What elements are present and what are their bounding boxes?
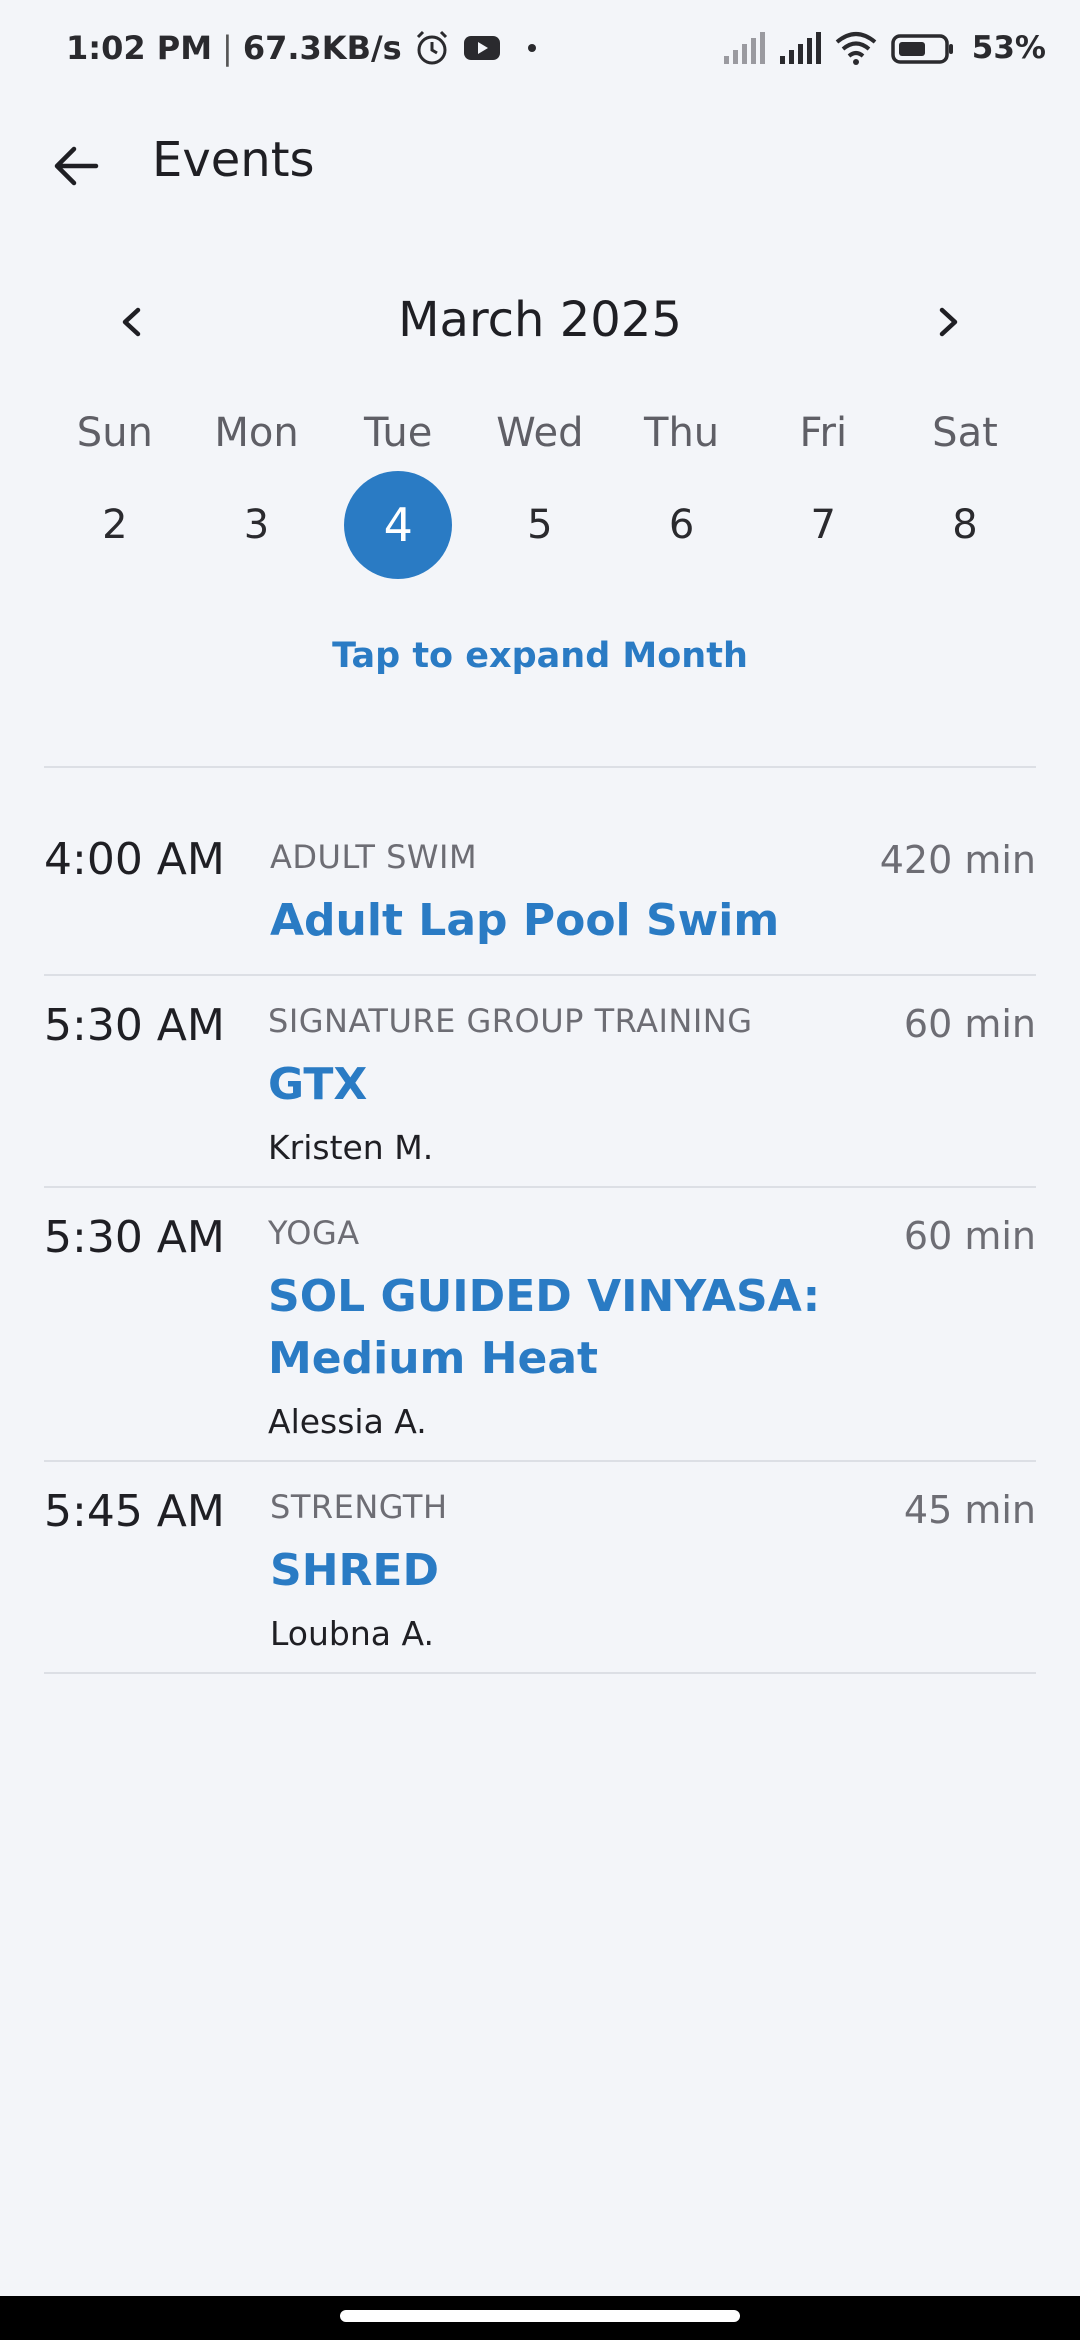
day-cell[interactable]: 2 — [44, 470, 186, 580]
event-duration: 60 min — [903, 1214, 1036, 1258]
signal-icon — [722, 28, 765, 68]
arrow-left-icon — [54, 146, 99, 186]
system-nav-bar — [0, 2296, 1080, 2340]
event-name[interactable]: SHRED — [270, 1540, 439, 1602]
status-right: 53% — [722, 28, 1046, 68]
status-bar: 1:02 PM | 67.3KB/s 53% — [0, 0, 1080, 100]
day-cell-selected[interactable]: 4 — [327, 470, 469, 580]
event-duration: 45 min — [903, 1488, 1036, 1532]
next-week-button[interactable] — [916, 290, 980, 354]
signal-icon — [778, 28, 821, 68]
day-cell[interactable]: 6 — [611, 470, 753, 580]
event-category: YOGA — [268, 1214, 360, 1252]
event-row[interactable]: 5:45 AM STRENGTH 45 min SHRED Loubna A. — [44, 1462, 1036, 1674]
event-name[interactable]: SOL GUIDED VINYASA: Medium Heat — [268, 1266, 828, 1390]
weekday-label: Sat — [932, 410, 998, 456]
weekday-label: Sun — [76, 410, 153, 456]
status-time: 1:02 PM — [66, 29, 213, 67]
event-time: 5:45 AM — [44, 1486, 225, 1537]
event-row[interactable]: 4:00 AM ADULT SWIM 420 min Adult Lap Poo… — [44, 770, 1036, 976]
status-left: 1:02 PM | 67.3KB/s — [66, 28, 552, 68]
calendar-header: March 2025 — [0, 280, 1080, 370]
day-cell[interactable]: 7 — [752, 470, 894, 580]
event-name[interactable]: Adult Lap Pool Swim — [270, 890, 779, 952]
alarm-icon — [412, 28, 452, 68]
event-duration: 60 min — [903, 1002, 1036, 1046]
weekday-label: Tue — [364, 410, 433, 456]
events-screen: 1:02 PM | 67.3KB/s 53% Events March 2025… — [0, 0, 1080, 2340]
back-button[interactable] — [40, 130, 112, 202]
event-category: STRENGTH — [270, 1488, 448, 1526]
weekday-label: Mon — [214, 410, 299, 456]
event-instructor: Loubna A. — [270, 1614, 434, 1653]
expand-month-link[interactable]: Tap to expand Month — [0, 636, 1080, 676]
event-duration: 420 min — [879, 838, 1036, 882]
day-cell[interactable]: 3 — [186, 470, 328, 580]
weekday-label: Wed — [496, 410, 584, 456]
chevron-right-icon — [939, 307, 958, 337]
weekday-label: Fri — [799, 410, 848, 456]
event-instructor: Kristen M. — [268, 1128, 434, 1167]
app-bar: Events — [0, 110, 1080, 210]
day-cell[interactable]: 8 — [894, 470, 1036, 580]
event-time: 5:30 AM — [44, 1212, 225, 1263]
wifi-icon — [834, 28, 877, 68]
status-separator: | — [222, 29, 233, 67]
battery-icon — [890, 28, 956, 68]
home-indicator[interactable] — [340, 2310, 740, 2322]
event-category: SIGNATURE GROUP TRAINING — [268, 1002, 753, 1040]
day-cell[interactable]: 5 — [469, 470, 611, 580]
event-row[interactable]: 5:30 AM YOGA 60 min SOL GUIDED VINYASA: … — [44, 1188, 1036, 1462]
event-row[interactable]: 5:30 AM SIGNATURE GROUP TRAINING 60 min … — [44, 976, 1036, 1188]
event-time: 4:00 AM — [44, 834, 225, 885]
divider — [44, 766, 1036, 768]
dot-icon — [512, 28, 552, 68]
weekday-row: Sun Mon Tue Wed Thu Fri Sat — [44, 410, 1036, 456]
event-name[interactable]: GTX — [268, 1054, 367, 1116]
youtube-icon — [462, 28, 502, 68]
page-title: Events — [152, 132, 315, 188]
day-row: 2 3 4 5 6 7 8 — [44, 470, 1036, 580]
battery-percent: 53% — [971, 30, 1046, 66]
weekday-label: Thu — [644, 410, 720, 456]
event-time: 5:30 AM — [44, 1000, 225, 1051]
network-speed: 67.3KB/s — [242, 29, 402, 67]
event-category: ADULT SWIM — [270, 838, 478, 876]
event-list: 4:00 AM ADULT SWIM 420 min Adult Lap Poo… — [44, 770, 1036, 1674]
selected-day-bubble: 4 — [344, 471, 453, 579]
event-instructor: Alessia A. — [268, 1402, 427, 1441]
